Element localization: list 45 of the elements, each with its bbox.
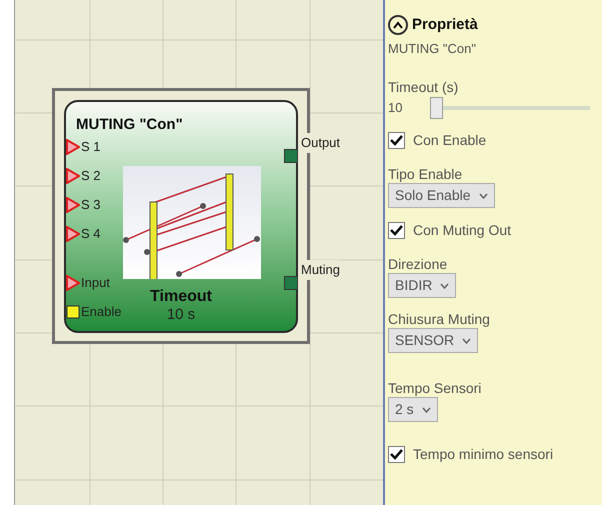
panel-title: Proprietà: [412, 15, 478, 35]
checkbox[interactable]: [388, 222, 405, 239]
chevron-down-icon: [462, 338, 472, 344]
checkbox[interactable]: [388, 446, 405, 463]
block-title: MUTING "Con": [76, 115, 183, 135]
port-label: S 2: [81, 166, 101, 185]
slider-value: 10: [388, 99, 404, 118]
field-label: Direzione: [388, 255, 448, 273]
input-port-icon: [66, 274, 80, 290]
checkbox[interactable]: [388, 132, 405, 149]
checkbox-label: Con Muting Out: [413, 221, 512, 240]
port-label: S 3: [81, 196, 101, 214]
field-label: Tempo Sensori: [388, 379, 482, 397]
parameter-label: Timeout: [150, 288, 212, 306]
dropdown[interactable]: Solo Enable: [388, 183, 495, 208]
caret-icon: [393, 21, 403, 30]
input-port-icon: [66, 226, 80, 242]
dropdown[interactable]: BIDIR: [388, 273, 456, 298]
parameter-value: 10 s: [166, 306, 196, 324]
input-port-icon: [66, 196, 80, 212]
chevron-down-icon: [478, 192, 488, 198]
slider[interactable]: [430, 97, 590, 119]
slider-thumb[interactable]: [430, 97, 443, 119]
chevron-down-icon: [440, 282, 450, 288]
dropdown[interactable]: 2 s: [388, 397, 438, 422]
input-port-icon: [66, 138, 80, 154]
port-label: S 1: [81, 138, 101, 156]
port-label: Output: [300, 133, 342, 152]
checkmark-icon: [390, 135, 403, 146]
checkbox-label: Tempo minimo sensori: [413, 445, 554, 464]
checkmark-icon: [390, 449, 403, 460]
checkmark-icon: [390, 225, 403, 236]
input-port-icon: [66, 168, 80, 184]
port-label: S 4: [81, 224, 101, 243]
port-label: Input: [81, 274, 110, 292]
field-label: Tipo Enable: [388, 165, 464, 183]
dropdown[interactable]: SENSOR: [388, 328, 478, 353]
port-label: Muting: [300, 260, 342, 280]
field-label: Chiusura Muting: [388, 310, 491, 328]
port-label: Enable: [81, 302, 122, 321]
collapse-toggle[interactable]: [388, 15, 408, 36]
checkbox-label: Con Enable: [413, 131, 486, 150]
field-label: Timeout (s): [388, 78, 460, 96]
panel-subtitle: MUTING "Con": [388, 40, 477, 58]
chevron-down-icon: [422, 406, 431, 412]
